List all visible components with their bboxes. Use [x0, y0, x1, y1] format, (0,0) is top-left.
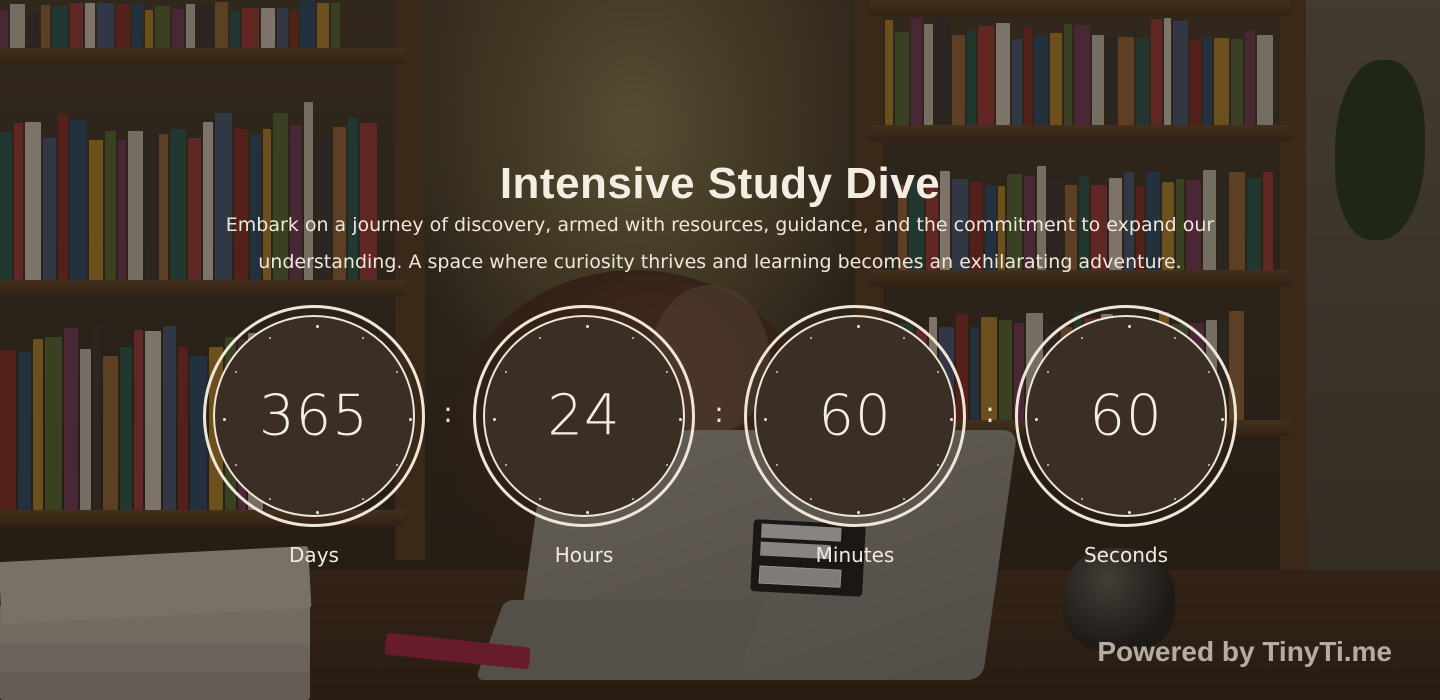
dial-tick — [539, 498, 541, 501]
dial-tick — [903, 336, 905, 339]
hours-label: Hours — [554, 543, 614, 567]
dial-tick — [632, 498, 634, 501]
dial-tick — [856, 510, 860, 514]
dial-tick — [666, 371, 669, 373]
separator: : — [714, 396, 724, 429]
hours-dial: 24 — [473, 305, 695, 527]
dial-tick — [1046, 371, 1049, 373]
dial-tick — [810, 498, 812, 501]
dial-tick — [937, 371, 940, 373]
countdown-seconds: 60 Seconds — [1013, 305, 1239, 567]
days-dial: 365 — [203, 305, 425, 527]
hours-value: 24 — [547, 383, 621, 449]
dial-tick — [1127, 510, 1131, 514]
seconds-label: Seconds — [1083, 543, 1169, 567]
dial-tick — [1081, 498, 1083, 501]
dial-tick — [903, 498, 905, 501]
days-label: Days — [289, 543, 339, 567]
dial-tick — [1046, 464, 1049, 466]
dial-tick — [775, 464, 778, 466]
dial-tick — [1174, 498, 1176, 501]
event-description: Embark on a journey of discovery, armed … — [225, 214, 1215, 273]
dial-tick — [234, 464, 237, 466]
dial-tick — [585, 324, 589, 328]
dial-tick — [666, 464, 669, 466]
minutes-label: Minutes — [815, 543, 895, 567]
event-title: Intensive Study Dive — [499, 159, 941, 209]
dial-tick — [269, 498, 271, 501]
dial-tick — [234, 371, 237, 373]
dial-tick — [315, 324, 319, 328]
dial-tick — [396, 371, 399, 373]
dial-tick — [1208, 371, 1211, 373]
dial-tick — [269, 336, 271, 339]
separator: : — [985, 396, 995, 429]
dial-tick — [856, 324, 860, 328]
dial-tick — [1208, 464, 1211, 466]
dial-tick — [539, 336, 541, 339]
dial-tick — [315, 510, 319, 514]
dial-tick — [1081, 336, 1083, 339]
minutes-dial: 60 — [744, 305, 966, 527]
dial-tick — [1174, 336, 1176, 339]
countdown-hours: 24 Hours — [471, 305, 697, 567]
separator: : — [443, 396, 453, 429]
dial-tick — [775, 371, 778, 373]
dial-tick — [396, 464, 399, 466]
dial-tick — [362, 498, 364, 501]
countdown-days: 365 Days — [201, 305, 427, 567]
dial-tick — [937, 464, 940, 466]
countdown-minutes: 60 Minutes — [742, 305, 968, 567]
minutes-value: 60 — [818, 383, 892, 449]
powered-by-link[interactable]: Powered by TinyTi.me — [1097, 636, 1392, 668]
countdown-timer: 365 Days : 24 Hours : 60 Minutes : 60 Se… — [0, 305, 1440, 575]
seconds-value: 60 — [1089, 383, 1163, 449]
dial-tick — [504, 371, 507, 373]
dial-tick — [810, 336, 812, 339]
dial-tick — [632, 336, 634, 339]
days-value: 365 — [259, 383, 369, 449]
dial-tick — [504, 464, 507, 466]
dial-tick — [585, 510, 589, 514]
dial-tick — [362, 336, 364, 339]
dial-tick — [1127, 324, 1131, 328]
seconds-dial: 60 — [1015, 305, 1237, 527]
